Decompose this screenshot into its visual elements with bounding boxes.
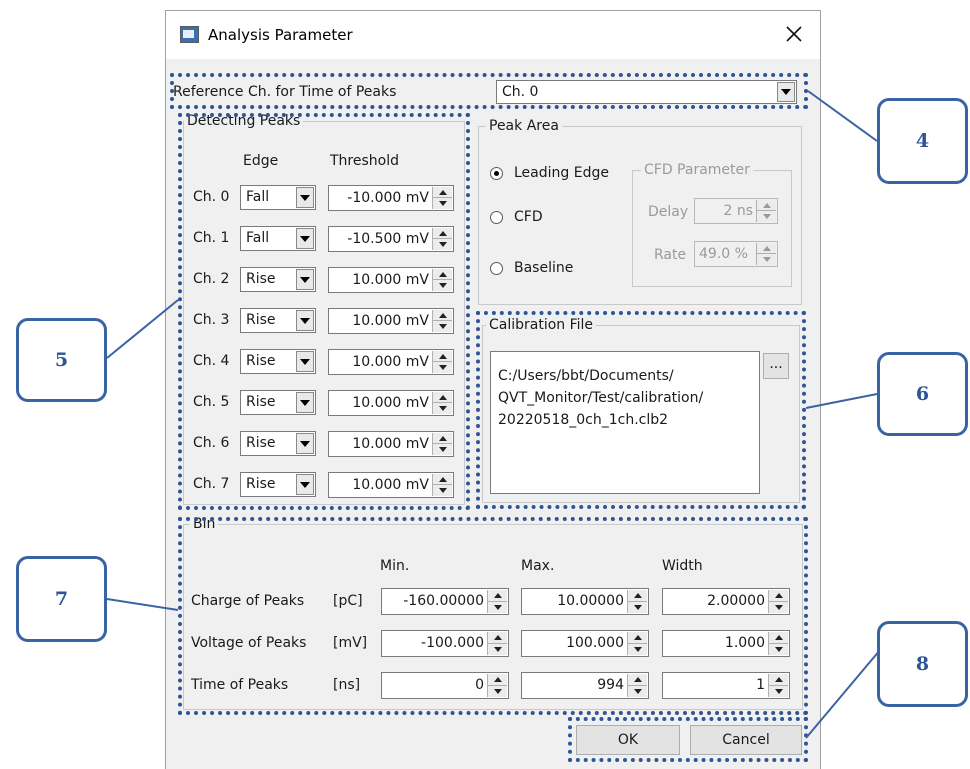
callout-5: 5	[16, 318, 107, 402]
callout-8: 8	[877, 621, 968, 707]
callout-6: 6	[877, 352, 968, 436]
callout-4: 4	[877, 98, 968, 184]
callout-leaders	[106, 90, 881, 739]
callout-7: 7	[16, 556, 107, 642]
